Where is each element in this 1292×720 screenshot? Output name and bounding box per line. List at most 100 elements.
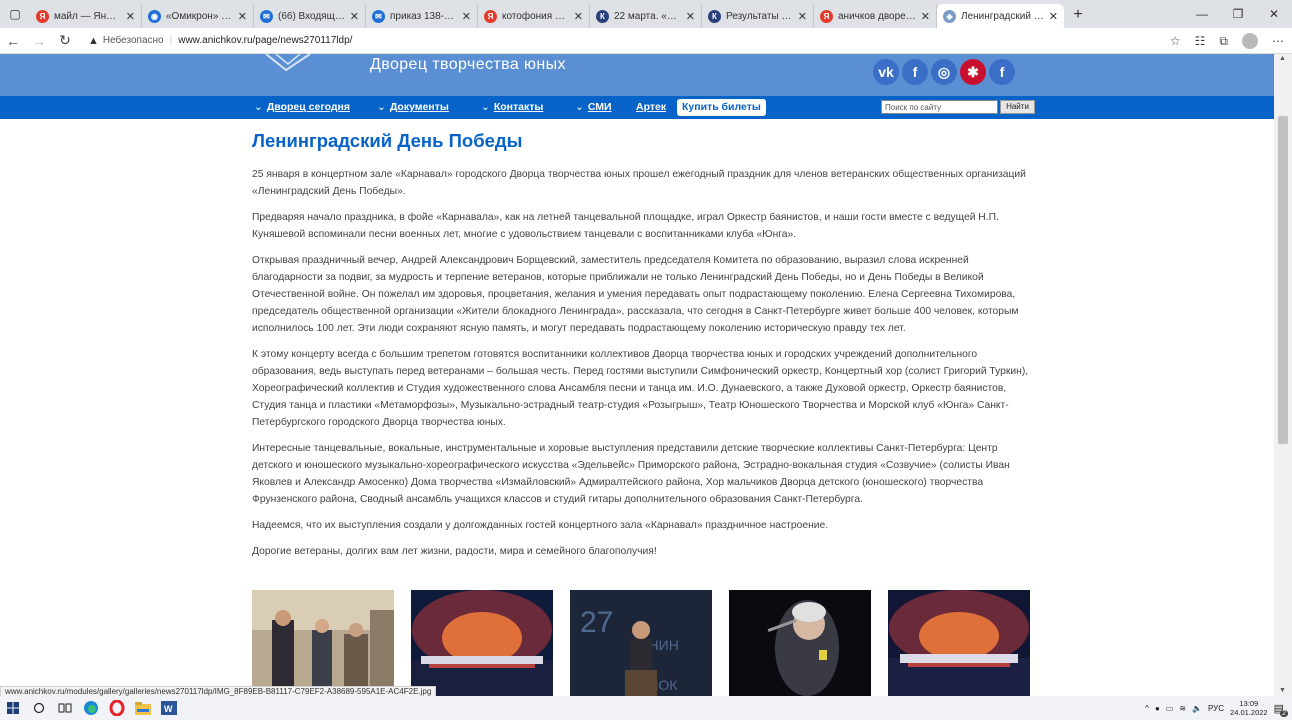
- browser-tab[interactable]: Якотофония 22 марта ✕: [478, 4, 590, 28]
- close-tab-icon[interactable]: ✕: [350, 10, 359, 23]
- mail-icon: ✉: [372, 9, 385, 23]
- profile-avatar[interactable]: [1242, 33, 1258, 49]
- tab-actions-icon[interactable]: ▢: [0, 0, 30, 28]
- nav-item-artek[interactable]: Артек: [636, 101, 666, 113]
- uk-flag-icon[interactable]: ✱: [960, 59, 986, 85]
- tab-title: аничков дворец в са: [838, 10, 917, 22]
- social-links: vk f ◎ ✱ f: [873, 59, 1015, 85]
- site-icon: К: [708, 9, 721, 23]
- scroll-thumb[interactable]: [1278, 116, 1288, 444]
- logo-icon[interactable]: [262, 54, 322, 74]
- facebook-en-icon[interactable]: f: [989, 59, 1015, 85]
- url-divider: |: [169, 35, 173, 46]
- close-window-button[interactable]: ✕: [1256, 7, 1292, 21]
- restore-button[interactable]: ❐: [1220, 7, 1256, 21]
- gallery-photo-veteran-speech[interactable]: [729, 590, 871, 696]
- back-button[interactable]: ←: [0, 33, 26, 49]
- article-paragraph: Предваряя начало праздника, в фойе «Карн…: [252, 212, 999, 240]
- favorite-star-icon[interactable]: ☆: [1170, 34, 1181, 48]
- close-tab-icon[interactable]: ✕: [126, 10, 135, 23]
- opera-icon[interactable]: [104, 696, 130, 720]
- file-explorer-icon[interactable]: [130, 696, 156, 720]
- chevron-down-icon: ⌄: [575, 101, 584, 113]
- minimize-button[interactable]: —: [1184, 7, 1220, 21]
- url-field[interactable]: ▲ Небезопасно | www.anichkov.ru/page/new…: [88, 35, 352, 47]
- browser-tab[interactable]: Яаничков дворец в са ✕: [814, 4, 937, 28]
- close-tab-icon[interactable]: ✕: [686, 10, 695, 23]
- system-tray: ^ ● ▭ ≋ 🔈 РУС 13:09 24.01.2022 ▤ 2: [1145, 696, 1288, 720]
- link-status-bar: www.anichkov.ru/modules/gallery/gallerie…: [0, 686, 437, 696]
- yandex-icon: Я: [484, 9, 497, 23]
- tab-title: Ленинградский День: [961, 10, 1045, 22]
- browser-tab[interactable]: ◉ «Омикрон» вызвал ✕: [142, 4, 254, 28]
- tab-title: 22 марта. «Котофони: [614, 10, 682, 22]
- site-search-input[interactable]: [881, 100, 998, 114]
- nav-item-media[interactable]: ⌄ СМИ: [575, 101, 612, 113]
- browser-tab[interactable]: К Результаты поиска ✕: [702, 4, 814, 28]
- notification-count: 2: [1280, 709, 1288, 717]
- close-tab-icon[interactable]: ✕: [462, 10, 471, 23]
- article-paragraph: Дорогие ветераны, долгих вам лет жизни, …: [252, 546, 657, 557]
- vk-icon[interactable]: vk: [873, 59, 899, 85]
- gallery-photo-speaker[interactable]: 27 ЛЕНИН БЛОК: [570, 590, 712, 696]
- facebook-icon[interactable]: f: [902, 59, 928, 85]
- volume-icon[interactable]: 🔈: [1192, 704, 1202, 713]
- nav-item-documents[interactable]: ⌄ Документы: [377, 101, 449, 113]
- site-header: Дворец творчества юных vk f ◎ ✱ f: [0, 54, 1274, 96]
- security-label: Небезопасно: [102, 35, 164, 46]
- word-icon[interactable]: W: [156, 696, 182, 720]
- more-menu-icon[interactable]: ⋯: [1272, 34, 1284, 48]
- article-paragraph: Открывая праздничный вечер, Андрей Алекс…: [252, 255, 1019, 334]
- search-icon[interactable]: [26, 696, 52, 720]
- language-indicator[interactable]: РУС: [1208, 704, 1224, 713]
- new-tab-button[interactable]: +: [1064, 4, 1092, 28]
- task-view-icon[interactable]: [52, 696, 78, 720]
- site-title[interactable]: Дворец творчества юных: [370, 56, 566, 74]
- clock[interactable]: 13:09 24.01.2022: [1230, 699, 1268, 717]
- tab-title: котофония 22 марта: [502, 10, 570, 22]
- browser-tab[interactable]: К 22 марта. «Котофони ✕: [590, 4, 702, 28]
- article-paragraph: Интересные танцевальные, вокальные, инст…: [252, 443, 1010, 505]
- close-tab-icon[interactable]: ✕: [574, 10, 583, 23]
- browser-tab[interactable]: ✉ приказ 138-од.pdf - ✕: [366, 4, 478, 28]
- close-tab-icon[interactable]: ✕: [238, 10, 247, 23]
- buy-tickets-button[interactable]: Купить билеты: [677, 99, 766, 116]
- tab-title: «Омикрон» вызвал: [166, 10, 234, 22]
- notifications-icon[interactable]: ▤ 2: [1274, 702, 1288, 717]
- show-hidden-icons-icon[interactable]: ^: [1145, 704, 1149, 713]
- scroll-down-icon[interactable]: ▼: [1279, 687, 1286, 694]
- battery-icon[interactable]: ▭: [1166, 704, 1174, 713]
- tab-title: майл — Яндекс: наш: [54, 10, 122, 22]
- url-text: www.anichkov.ru/page/news270117ldp/: [178, 35, 353, 46]
- browser-tab-strip: ▢ Ямайл — Яндекс: наш✕◉«Омикрон» вызвал …: [0, 0, 1292, 28]
- favorites-icon[interactable]: ☷: [1195, 34, 1206, 48]
- page-scrollbar[interactable]: ▲ ▼: [1274, 54, 1292, 696]
- browser-tab[interactable]: ◈ Ленинградский День ✕: [937, 4, 1064, 28]
- gallery-photo-foyer[interactable]: [252, 590, 394, 696]
- gallery-photo-stage-wide[interactable]: [888, 590, 1030, 696]
- tab-title: приказ 138-од.pdf -: [390, 10, 458, 22]
- edge-icon[interactable]: [78, 696, 104, 720]
- site-search-button[interactable]: Найти: [1000, 100, 1035, 114]
- browser-tab[interactable]: ✉ (66) Входящие - Почт ✕: [254, 4, 366, 28]
- close-tab-icon[interactable]: ✕: [798, 10, 807, 23]
- article-paragraph: 25 января в концертном зале «Карнавал» г…: [252, 169, 1026, 197]
- scroll-up-icon[interactable]: ▲: [1279, 55, 1286, 62]
- start-button[interactable]: [0, 696, 26, 720]
- wifi-icon[interactable]: ≋: [1179, 704, 1186, 713]
- window-controls: — ❐ ✕: [1184, 0, 1292, 28]
- forward-button[interactable]: →: [26, 33, 52, 49]
- nav-item-palace-today[interactable]: ⌄ Дворец сегодня: [254, 101, 350, 113]
- browser-toolbar-right: ☆ ☷ ⧉ ⋯: [1170, 28, 1284, 54]
- close-tab-icon[interactable]: ✕: [1049, 10, 1058, 23]
- gallery-photo-stage-choir[interactable]: [411, 590, 553, 696]
- tab-title: (66) Входящие - Почт: [278, 10, 346, 22]
- address-bar: ← → ↻ ▲ Небезопасно | www.anichkov.ru/pa…: [0, 28, 1292, 54]
- close-tab-icon[interactable]: ✕: [921, 10, 930, 23]
- nav-item-contacts[interactable]: ⌄ Контакты: [481, 101, 543, 113]
- weather-icon[interactable]: ●: [1155, 704, 1160, 713]
- collections-icon[interactable]: ⧉: [1219, 34, 1228, 49]
- reload-button[interactable]: ↻: [52, 32, 78, 49]
- browser-tab[interactable]: Ямайл — Яндекс: наш ✕: [30, 4, 142, 28]
- instagram-icon[interactable]: ◎: [931, 59, 957, 85]
